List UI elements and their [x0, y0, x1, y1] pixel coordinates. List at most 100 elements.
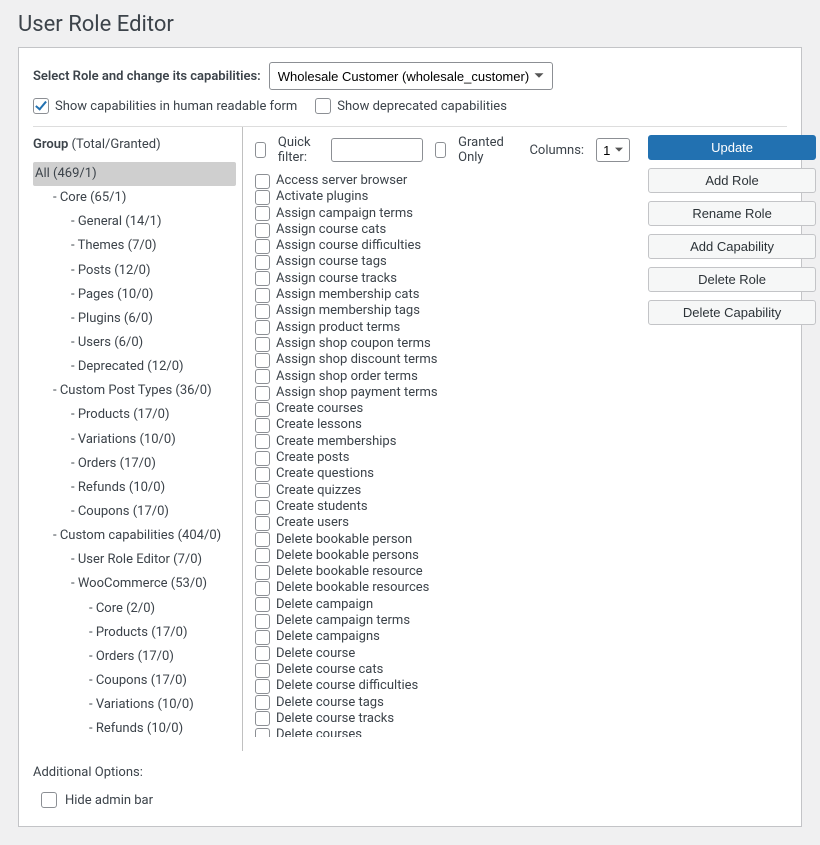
capability-label[interactable]: Delete bookable resource — [276, 564, 423, 580]
select-all-checkbox[interactable] — [255, 142, 266, 158]
tree-item[interactable]: Refunds (10/0) — [69, 476, 236, 500]
capability-checkbox[interactable] — [255, 337, 270, 352]
capability-checkbox[interactable] — [255, 597, 270, 612]
capability-label[interactable]: Assign membership tags — [276, 303, 420, 319]
capability-label[interactable]: Assign course tags — [276, 254, 387, 270]
tree-item[interactable]: Coupons (17/0) — [69, 500, 236, 524]
capability-label[interactable]: Assign campaign terms — [276, 206, 413, 222]
capability-checkbox[interactable] — [255, 728, 270, 737]
capability-label[interactable]: Delete bookable resources — [276, 580, 429, 596]
capability-label[interactable]: Delete course tags — [276, 695, 384, 711]
capability-checkbox[interactable] — [255, 548, 270, 563]
capability-label[interactable]: Assign course tracks — [276, 271, 397, 287]
capability-label[interactable]: Delete course tracks — [276, 711, 394, 727]
capability-label[interactable]: Delete campaigns — [276, 629, 380, 645]
capability-label[interactable]: Create students — [276, 499, 368, 515]
capability-checkbox[interactable] — [255, 434, 270, 449]
capability-label[interactable]: Create users — [276, 515, 349, 531]
capability-checkbox[interactable] — [255, 239, 270, 254]
show-human-checkbox[interactable] — [33, 98, 49, 114]
capability-label[interactable]: Delete course cats — [276, 662, 383, 678]
capability-checkbox[interactable] — [255, 190, 270, 205]
granted-only-checkbox[interactable] — [435, 142, 446, 158]
tree-item[interactable]: Orders (17/0) — [87, 645, 236, 669]
capability-checkbox[interactable] — [255, 353, 270, 368]
tree-item[interactable]: Themes (7/0) — [69, 234, 236, 258]
capability-checkbox[interactable] — [255, 483, 270, 498]
capability-checkbox[interactable] — [255, 614, 270, 629]
capability-label[interactable]: Assign course difficulties — [276, 238, 421, 254]
tree-item[interactable]: Products (17/0) — [87, 621, 236, 645]
rename-role-button[interactable]: Rename Role — [648, 201, 816, 226]
capability-checkbox[interactable] — [255, 532, 270, 547]
tree-item[interactable]: Variations (10/0) — [69, 428, 236, 452]
tree-item[interactable]: Pages (10/0) — [69, 283, 236, 307]
capability-label[interactable]: Assign course cats — [276, 222, 386, 238]
capability-checkbox[interactable] — [255, 320, 270, 335]
capability-label[interactable]: Assign product terms — [276, 320, 400, 336]
capability-checkbox[interactable] — [255, 255, 270, 270]
add-role-button[interactable]: Add Role — [648, 168, 816, 193]
capability-checkbox[interactable] — [255, 386, 270, 401]
update-button[interactable]: Update — [648, 135, 816, 160]
capability-label[interactable]: Create quizzes — [276, 483, 361, 499]
capability-label[interactable]: Delete courses — [276, 727, 362, 737]
capability-label[interactable]: Create courses — [276, 401, 363, 417]
capability-label[interactable]: Create memberships — [276, 434, 396, 450]
capability-checkbox[interactable] — [255, 500, 270, 515]
capability-checkbox[interactable] — [255, 679, 270, 694]
tree-item[interactable]: Users (6/0) — [69, 331, 236, 355]
capability-label[interactable]: Assign shop payment terms — [276, 385, 438, 401]
capability-label[interactable]: Activate plugins — [276, 189, 368, 205]
role-select[interactable]: Wholesale Customer (wholesale_customer) — [269, 62, 553, 90]
capability-checkbox[interactable] — [255, 223, 270, 238]
capability-label[interactable]: Delete bookable persons — [276, 548, 419, 564]
capability-checkbox[interactable] — [255, 695, 270, 710]
capability-label[interactable]: Delete bookable person — [276, 532, 412, 548]
capability-label[interactable]: Create questions — [276, 466, 374, 482]
tree-custom[interactable]: Custom capabilities (404/0) — [51, 524, 236, 548]
capability-label[interactable]: Create posts — [276, 450, 349, 466]
capability-checkbox[interactable] — [255, 581, 270, 596]
tree-item[interactable]: Coupons (17/0) — [87, 669, 236, 693]
tree-item[interactable]: Products (17/0) — [69, 403, 236, 427]
delete-role-button[interactable]: Delete Role — [648, 267, 816, 292]
capability-checkbox[interactable] — [255, 418, 270, 433]
capability-checkbox[interactable] — [255, 516, 270, 531]
show-deprecated-checkbox[interactable] — [315, 98, 331, 114]
tree-item[interactable]: Posts (12/0) — [69, 259, 236, 283]
capability-label[interactable]: Assign shop coupon terms — [276, 336, 431, 352]
capability-checkbox[interactable] — [255, 467, 270, 482]
capability-checkbox[interactable] — [255, 174, 270, 189]
capability-label[interactable]: Access server browser — [276, 173, 407, 189]
columns-select[interactable]: 1 — [596, 138, 630, 162]
capability-checkbox[interactable] — [255, 565, 270, 580]
capability-checkbox[interactable] — [255, 451, 270, 466]
capability-checkbox[interactable] — [255, 402, 270, 417]
capability-checkbox[interactable] — [255, 663, 270, 678]
tree-cpt[interactable]: Custom Post Types (36/0) — [51, 379, 236, 403]
capability-label[interactable]: Delete course difficulties — [276, 678, 418, 694]
tree-item[interactable]: General (14/1) — [69, 210, 236, 234]
capability-label[interactable]: Delete campaign — [276, 597, 373, 613]
capability-checkbox[interactable] — [255, 206, 270, 221]
delete-capability-button[interactable]: Delete Capability — [648, 300, 816, 325]
tree-ure[interactable]: User Role Editor (7/0) — [69, 548, 236, 572]
capability-label[interactable]: Assign shop discount terms — [276, 352, 437, 368]
tree-core[interactable]: Core (65/1) — [51, 186, 236, 210]
capability-checkbox[interactable] — [255, 711, 270, 726]
capability-label[interactable]: Delete course — [276, 646, 355, 662]
capability-checkbox[interactable] — [255, 288, 270, 303]
tree-item[interactable]: Orders (17/0) — [69, 452, 236, 476]
tree-item[interactable]: Core (2/0) — [87, 597, 236, 621]
capability-checkbox[interactable] — [255, 646, 270, 661]
quick-filter-input[interactable] — [331, 138, 423, 162]
capability-checkbox[interactable] — [255, 271, 270, 286]
add-capability-button[interactable]: Add Capability — [648, 234, 816, 259]
capability-checkbox[interactable] — [255, 369, 270, 384]
tree-item[interactable]: Refunds (10/0) — [87, 717, 236, 741]
hide-admin-bar-checkbox[interactable] — [41, 792, 57, 808]
tree-item[interactable]: Plugins (6/0) — [69, 307, 236, 331]
capability-label[interactable]: Create lessons — [276, 417, 362, 433]
tree-item[interactable]: Deprecated (12/0) — [69, 355, 236, 379]
